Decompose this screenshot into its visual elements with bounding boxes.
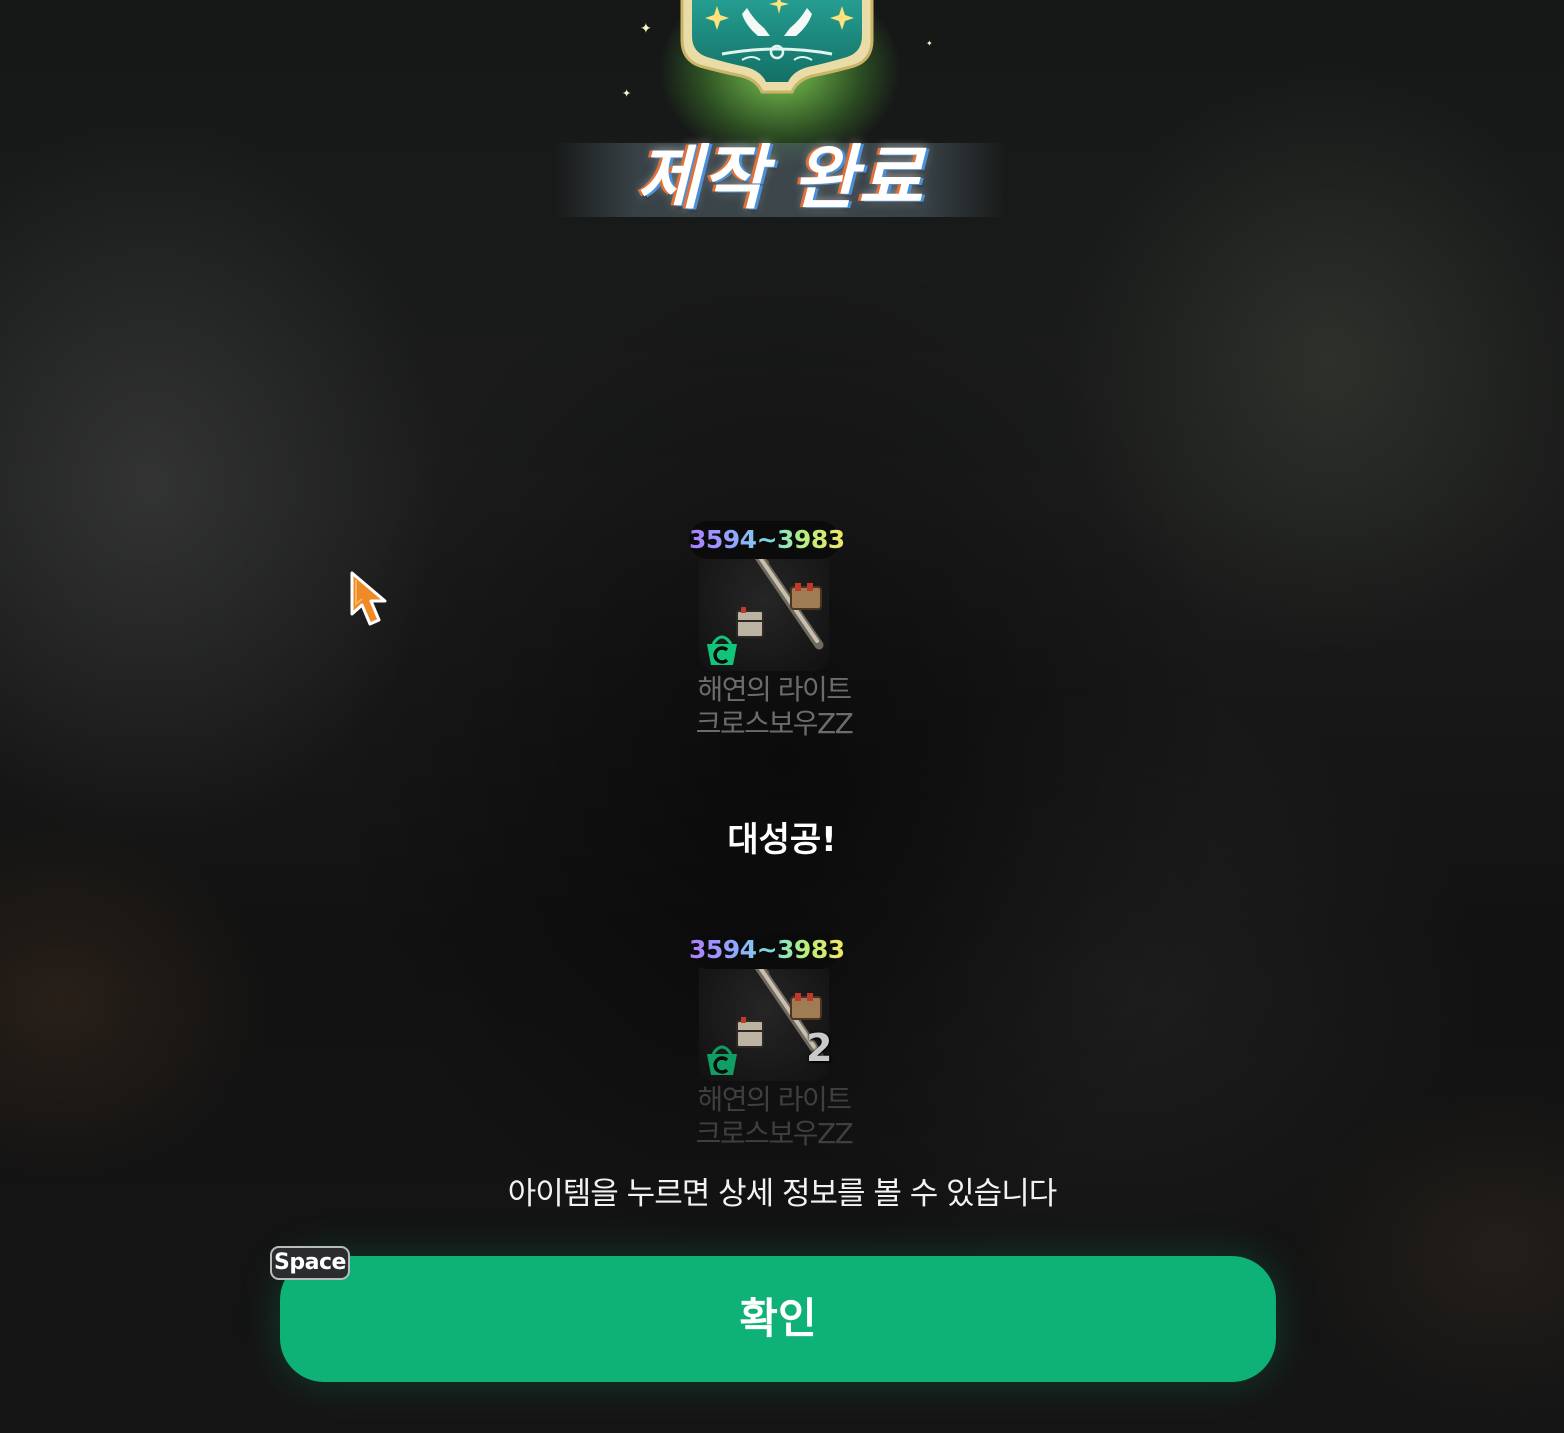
item-stat-range: 3594~3983 (689, 931, 845, 969)
item-stat-range: 3594~3983 (689, 521, 845, 559)
item-quantity: 2 (806, 1026, 833, 1070)
sparkle-icon: ✦ (926, 39, 933, 48)
hint-text: 아이템을 누르면 상세 정보를 볼 수 있습니다 (507, 1176, 1057, 1212)
item-name-line2: 크로스보우ZZ (695, 1117, 854, 1150)
crafting-emblem-icon (680, 0, 874, 94)
item-name-line2: 크로스보우ZZ (695, 707, 854, 740)
craft-result-text: 대성공! (727, 820, 837, 860)
shop-basket-icon (707, 1045, 737, 1075)
sparkle-icon: ✦ (622, 87, 632, 100)
sparkle-icon: ✦ (640, 21, 652, 37)
crafting-complete-screen: ✦ ✦ ✦ 제작 완료 3594~3983 해연의 라이트 크로스보우ZZ 대성… (0, 0, 1564, 1433)
shop-basket-icon (707, 635, 737, 665)
page-title: 제작 완료 (636, 137, 924, 219)
confirm-button[interactable]: 확인 (280, 1256, 1276, 1382)
item-card[interactable]: 3594~3983 해연의 라이트 크로스보우ZZ (689, 521, 889, 751)
item-name-line1: 해연의 라이트 (697, 673, 852, 706)
item-name: 해연의 라이트 크로스보우ZZ (684, 673, 864, 741)
space-hotkey-badge: Space (270, 1246, 350, 1280)
item-name: 해연의 라이트 크로스보우ZZ (684, 1083, 864, 1151)
item-card[interactable]: 2 3594~3983 해연의 라이트 크로스보우ZZ (689, 931, 889, 1161)
mouse-cursor-icon (350, 571, 387, 626)
item-name-line1: 해연의 라이트 (697, 1083, 852, 1116)
